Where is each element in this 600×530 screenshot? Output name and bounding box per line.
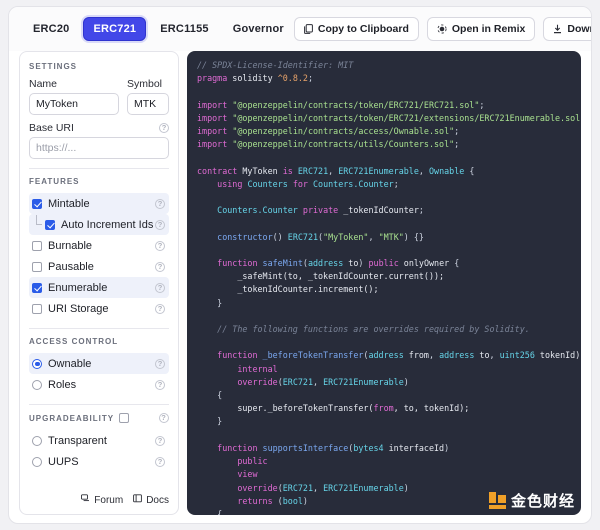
docs-link[interactable]: Docs bbox=[133, 494, 169, 506]
divider bbox=[29, 328, 169, 329]
upgradeability-uups-help-icon[interactable]: ? bbox=[155, 456, 165, 467]
forum-link[interactable]: Forum bbox=[81, 494, 123, 506]
checkbox-icon[interactable] bbox=[32, 198, 42, 209]
features-section-title: FEATURES bbox=[29, 177, 80, 186]
upgradeability-help-icon[interactable]: ? bbox=[159, 413, 169, 423]
checkbox-icon[interactable] bbox=[45, 219, 55, 230]
feature-burnable-label: Burnable bbox=[48, 239, 93, 252]
contract-type-tabs: ERC20 ERC721 ERC1155 Governor bbox=[23, 17, 294, 41]
open-in-remix-button[interactable]: Open in Remix bbox=[426, 17, 536, 41]
name-input[interactable] bbox=[29, 93, 119, 115]
base-uri-input[interactable] bbox=[29, 137, 169, 159]
feature-enumerable[interactable]: Enumerable ? bbox=[29, 277, 169, 298]
name-symbol-row: Name Symbol bbox=[29, 78, 169, 115]
feature-pausable[interactable]: Pausable ? bbox=[29, 256, 169, 277]
upgradeability-title-text: UPGRADEABILITY bbox=[29, 413, 115, 423]
forum-icon bbox=[81, 494, 90, 506]
settings-section-title: SETTINGS bbox=[29, 62, 78, 71]
base-uri-field-group: Base URI ? bbox=[29, 122, 169, 159]
access-control-ownable[interactable]: Ownable ? bbox=[29, 353, 169, 374]
access-control-roles-label: Roles bbox=[48, 378, 77, 391]
tab-governor[interactable]: Governor bbox=[223, 17, 294, 41]
docs-icon bbox=[133, 494, 143, 506]
tab-erc20[interactable]: ERC20 bbox=[23, 17, 79, 41]
feature-enumerable-label: Enumerable bbox=[48, 281, 108, 294]
checkbox-icon[interactable] bbox=[32, 240, 42, 251]
name-label: Name bbox=[29, 78, 58, 90]
feature-mintable-help-icon[interactable]: ? bbox=[155, 198, 165, 209]
settings-sidebar: SETTINGS Name Symbol Base URI ? bbox=[19, 51, 179, 515]
access-control-roles[interactable]: Roles ? bbox=[29, 374, 169, 395]
radio-icon[interactable] bbox=[32, 435, 42, 446]
docs-link-label: Docs bbox=[146, 494, 169, 506]
symbol-label: Symbol bbox=[127, 78, 163, 90]
copy-to-clipboard-button[interactable]: Copy to Clipboard bbox=[293, 17, 419, 41]
feature-auto-increment-ids-label: Auto Increment Ids bbox=[61, 218, 154, 231]
download-label: Download bbox=[567, 23, 591, 35]
feature-mintable-label: Mintable bbox=[48, 197, 90, 210]
feature-enumerable-help-icon[interactable]: ? bbox=[155, 282, 165, 293]
upgradeability-toggle-checkbox-icon[interactable] bbox=[119, 413, 130, 423]
main-content: SETTINGS Name Symbol Base URI ? bbox=[9, 51, 591, 523]
symbol-field-group: Symbol bbox=[127, 78, 169, 115]
upgradeability-transparent-label: Transparent bbox=[48, 434, 107, 447]
upgradeability-transparent-help-icon[interactable]: ? bbox=[155, 435, 165, 446]
app-window: ERC20 ERC721 ERC1155 Governor Copy to Cl… bbox=[8, 6, 592, 524]
upgradeability-uups[interactable]: UUPS ? bbox=[29, 451, 169, 472]
feature-auto-increment-ids[interactable]: Auto Increment Ids ? bbox=[29, 214, 169, 235]
feature-uri-storage-help-icon[interactable]: ? bbox=[155, 303, 165, 314]
checkbox-icon[interactable] bbox=[32, 282, 42, 293]
radio-icon[interactable] bbox=[32, 379, 42, 390]
sidebar-footer: Forum Docs bbox=[29, 488, 169, 508]
feature-burnable-help-icon[interactable]: ? bbox=[155, 240, 165, 251]
solidity-source-code: // SPDX-License-Identifier: MIT pragma s… bbox=[197, 60, 581, 515]
upgradeability-section-title: UPGRADEABILITY ? bbox=[29, 413, 169, 423]
checkbox-icon[interactable] bbox=[32, 303, 42, 314]
divider bbox=[29, 168, 169, 169]
toolbar-actions: Copy to Clipboard Open in Remix Download bbox=[293, 17, 591, 41]
code-preview-panel[interactable]: // SPDX-License-Identifier: MIT pragma s… bbox=[187, 51, 581, 515]
radio-icon[interactable] bbox=[32, 456, 42, 467]
remix-icon bbox=[437, 24, 447, 34]
copy-to-clipboard-label: Copy to Clipboard bbox=[317, 23, 409, 35]
toolbar: ERC20 ERC721 ERC1155 Governor Copy to Cl… bbox=[9, 7, 591, 51]
name-field-group: Name bbox=[29, 78, 119, 115]
download-icon bbox=[553, 24, 562, 34]
feature-pausable-label: Pausable bbox=[48, 260, 94, 273]
access-control-ownable-label: Ownable bbox=[48, 357, 92, 370]
tab-erc1155[interactable]: ERC1155 bbox=[150, 17, 219, 41]
upgradeability-uups-label: UUPS bbox=[48, 455, 79, 468]
open-in-remix-label: Open in Remix bbox=[451, 23, 526, 35]
symbol-input[interactable] bbox=[127, 93, 169, 115]
access-control-section-title: ACCESS CONTROL bbox=[29, 337, 119, 346]
copy-icon bbox=[303, 24, 313, 34]
feature-mintable[interactable]: Mintable ? bbox=[29, 193, 169, 214]
feature-pausable-help-icon[interactable]: ? bbox=[155, 261, 165, 272]
base-uri-help-icon[interactable]: ? bbox=[159, 123, 169, 133]
feature-burnable[interactable]: Burnable ? bbox=[29, 235, 169, 256]
base-uri-label-row: Base URI ? bbox=[29, 122, 169, 134]
base-uri-label: Base URI bbox=[29, 122, 74, 134]
upgradeability-transparent[interactable]: Transparent ? bbox=[29, 430, 169, 451]
tab-erc721[interactable]: ERC721 bbox=[83, 17, 147, 41]
access-control-ownable-help-icon[interactable]: ? bbox=[155, 358, 165, 369]
access-control-roles-help-icon[interactable]: ? bbox=[155, 379, 165, 390]
feature-auto-increment-ids-help-icon[interactable]: ? bbox=[155, 219, 165, 230]
checkbox-icon[interactable] bbox=[32, 261, 42, 272]
feature-uri-storage-label: URI Storage bbox=[48, 302, 109, 315]
download-button[interactable]: Download bbox=[543, 17, 591, 41]
feature-uri-storage[interactable]: URI Storage ? bbox=[29, 298, 169, 319]
forum-link-label: Forum bbox=[94, 494, 124, 506]
radio-icon[interactable] bbox=[32, 358, 42, 369]
divider bbox=[29, 404, 169, 405]
